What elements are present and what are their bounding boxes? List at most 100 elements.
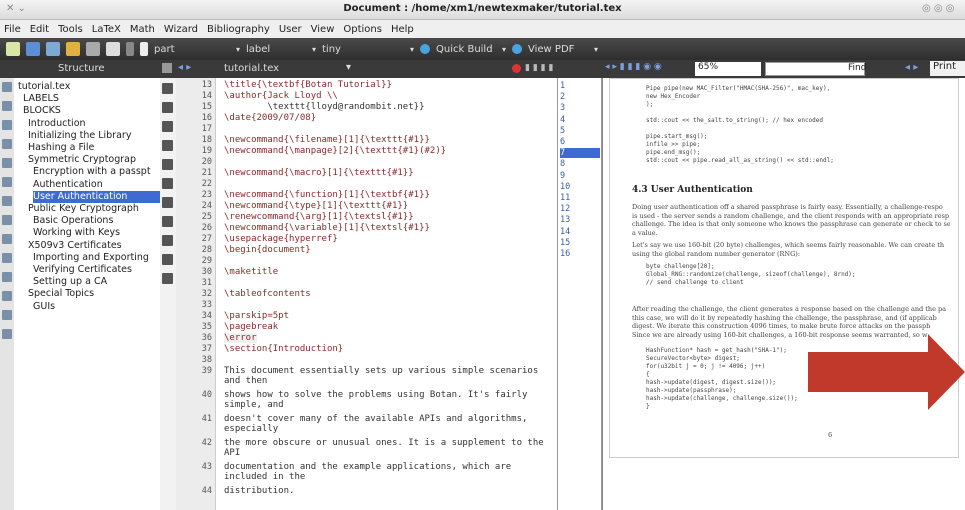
tab-nav-icon[interactable]: ◂ ▸ <box>178 62 191 73</box>
quick-build-combo[interactable]: Quick Build ▾ <box>436 44 506 55</box>
code-line[interactable]: \parskip=5pt <box>224 311 289 321</box>
side-tool-icon[interactable] <box>2 196 12 206</box>
size-combo[interactable]: tiny ▾ <box>322 44 414 55</box>
redo-icon[interactable] <box>86 42 100 56</box>
part-combo[interactable]: part ▾ <box>154 44 240 55</box>
tool-icon[interactable] <box>162 235 173 246</box>
code-line[interactable]: \texttt{lloyd@randombit.net}} <box>224 102 424 112</box>
code-line[interactable]: distribution. <box>224 486 294 496</box>
code-line[interactable]: \begin{document} <box>224 245 311 255</box>
tool-icon[interactable] <box>162 121 173 132</box>
list-item[interactable]: 1 <box>560 81 565 91</box>
structure-item[interactable]: Special Topics <box>28 288 160 300</box>
side-tool-icon[interactable] <box>2 82 12 92</box>
code-line[interactable]: \usepackage{hyperref} <box>224 234 338 244</box>
list-item[interactable]: 14 <box>560 227 570 237</box>
tool-icon[interactable] <box>162 254 173 265</box>
menu-wizard[interactable]: Wizard <box>164 24 198 35</box>
paste-icon[interactable] <box>140 42 148 56</box>
tool-icon[interactable] <box>162 197 173 208</box>
code-line[interactable]: \newcommand{\type}[1]{\texttt{#1}} <box>224 201 408 211</box>
list-item[interactable]: 8 <box>560 159 565 169</box>
tool-icon[interactable] <box>162 102 173 113</box>
structure-item[interactable]: Basic Operations <box>33 215 160 227</box>
window-controls-icon[interactable]: ◎ ◎ ◎ <box>922 3 955 14</box>
side-tool-icon[interactable] <box>2 101 12 111</box>
structure-item[interactable]: BLOCKS <box>23 105 160 117</box>
code-line[interactable]: the more obscure or unusual ones. It is … <box>224 438 544 458</box>
save-icon[interactable] <box>46 42 60 56</box>
code-line[interactable]: \newcommand{\manpage}[2]{\texttt{#1}(#2)… <box>224 146 446 156</box>
copy-icon[interactable] <box>106 42 120 56</box>
side-tool-icon[interactable] <box>2 310 12 320</box>
list-item[interactable]: 6 <box>560 137 565 147</box>
list-item[interactable]: 16 <box>560 249 570 259</box>
list-item[interactable]: 12 <box>560 204 570 214</box>
list-item[interactable]: 7 <box>560 148 600 159</box>
menu-help[interactable]: Help <box>391 24 414 35</box>
code-line[interactable]: This document essentially sets up variou… <box>224 366 538 386</box>
structure-item[interactable]: Symmetric Cryptograp <box>28 154 160 166</box>
menu-math[interactable]: Math <box>130 24 155 35</box>
code-line[interactable]: \newcommand{\variable}[1]{\textsl{#1}} <box>224 223 430 233</box>
list-item[interactable]: 4 <box>560 115 565 125</box>
structure-item[interactable]: tutorial.tex <box>18 81 160 93</box>
code-line[interactable]: \newcommand{\filename}[1]{\texttt{#1}} <box>224 135 430 145</box>
pdf-viewer[interactable]: Pipe pipe(new MAC_Filter("HMAC(SHA-256)"… <box>602 78 965 510</box>
structure-item[interactable]: Introduction <box>28 118 160 130</box>
menu-user[interactable]: User <box>279 24 302 35</box>
find-button[interactable]: Find <box>848 63 866 73</box>
menu-options[interactable]: Options <box>343 24 382 35</box>
zoom-combo[interactable]: 65% <box>695 62 761 76</box>
structure-item[interactable]: Authentication <box>33 179 160 191</box>
cut-icon[interactable] <box>126 42 134 56</box>
pdf-nav-icons[interactable]: ◂ ▸ ▮ ▮ ▮ ◉ ◉ <box>605 62 662 72</box>
menu-file[interactable]: File <box>4 24 21 35</box>
menu-bibliography[interactable]: Bibliography <box>207 24 270 35</box>
new-file-icon[interactable] <box>6 42 20 56</box>
tool-icon[interactable] <box>162 178 173 189</box>
side-tool-icon[interactable] <box>2 329 12 339</box>
structure-item[interactable]: Working with Keys <box>33 227 160 239</box>
structure-item[interactable]: User Authentication <box>33 190 160 203</box>
structure-item[interactable]: Encryption with a passpt <box>33 166 160 178</box>
tool-icon[interactable] <box>162 159 173 170</box>
structure-item[interactable]: Importing and Exporting <box>33 252 160 264</box>
code-line[interactable]: \newcommand{\macro}[1]{\texttt{#1}} <box>224 168 414 178</box>
code-editor[interactable]: 13 14 15 16 17 18 19 20 21 22 23 24 25 26 27 28 29 30 31 32… <box>176 78 558 510</box>
side-tool-icon[interactable] <box>2 177 12 187</box>
code-line[interactable]: \date{2009/07/08} <box>224 113 316 123</box>
menu-edit[interactable]: Edit <box>30 24 49 35</box>
list-item[interactable]: 10 <box>560 182 570 192</box>
panel-close-icon[interactable] <box>162 63 172 73</box>
side-tool-icon[interactable] <box>2 215 12 225</box>
log-nav-icons[interactable]: ▮ ▮ ▮ ▮ <box>525 63 553 73</box>
side-tool-icon[interactable] <box>2 158 12 168</box>
side-tool-icon[interactable] <box>2 253 12 263</box>
list-item[interactable]: 9 <box>560 171 565 181</box>
structure-item[interactable]: GUIs <box>33 301 160 313</box>
code-line[interactable]: \renewcommand{\arg}[1]{\textsl{#1}} <box>224 212 414 222</box>
side-tool-icon[interactable] <box>2 139 12 149</box>
stop-icon[interactable] <box>512 64 521 73</box>
code-line[interactable]: shows how to solve the problems using Bo… <box>224 390 527 410</box>
code-line[interactable]: documentation and the example applicatio… <box>224 462 511 482</box>
list-item[interactable]: 11 <box>560 193 570 203</box>
tool-icon[interactable] <box>162 273 173 284</box>
tool-icon[interactable] <box>162 140 173 151</box>
side-tool-icon[interactable] <box>2 291 12 301</box>
code-line[interactable]: \title{\textbf{Botan Tutorial}} <box>224 80 392 90</box>
code-line[interactable]: \maketitle <box>224 267 278 277</box>
list-item[interactable]: 15 <box>560 238 570 248</box>
list-item[interactable]: 13 <box>560 215 570 225</box>
list-item[interactable]: 5 <box>560 126 565 136</box>
tool-icon[interactable] <box>162 83 173 94</box>
code-line[interactable]: doesn't cover many of the available APIs… <box>224 414 527 434</box>
print-button[interactable]: Print <box>930 61 965 76</box>
structure-item[interactable]: X509v3 Certificates <box>28 240 160 252</box>
side-tool-icon[interactable] <box>2 234 12 244</box>
label-combo[interactable]: label ▾ <box>246 44 316 55</box>
code-line[interactable]: \section{Introduction} <box>224 344 343 354</box>
side-tool-icon[interactable] <box>2 272 12 282</box>
code-line[interactable]: \author{Jack Lloyd \\ <box>224 91 338 101</box>
